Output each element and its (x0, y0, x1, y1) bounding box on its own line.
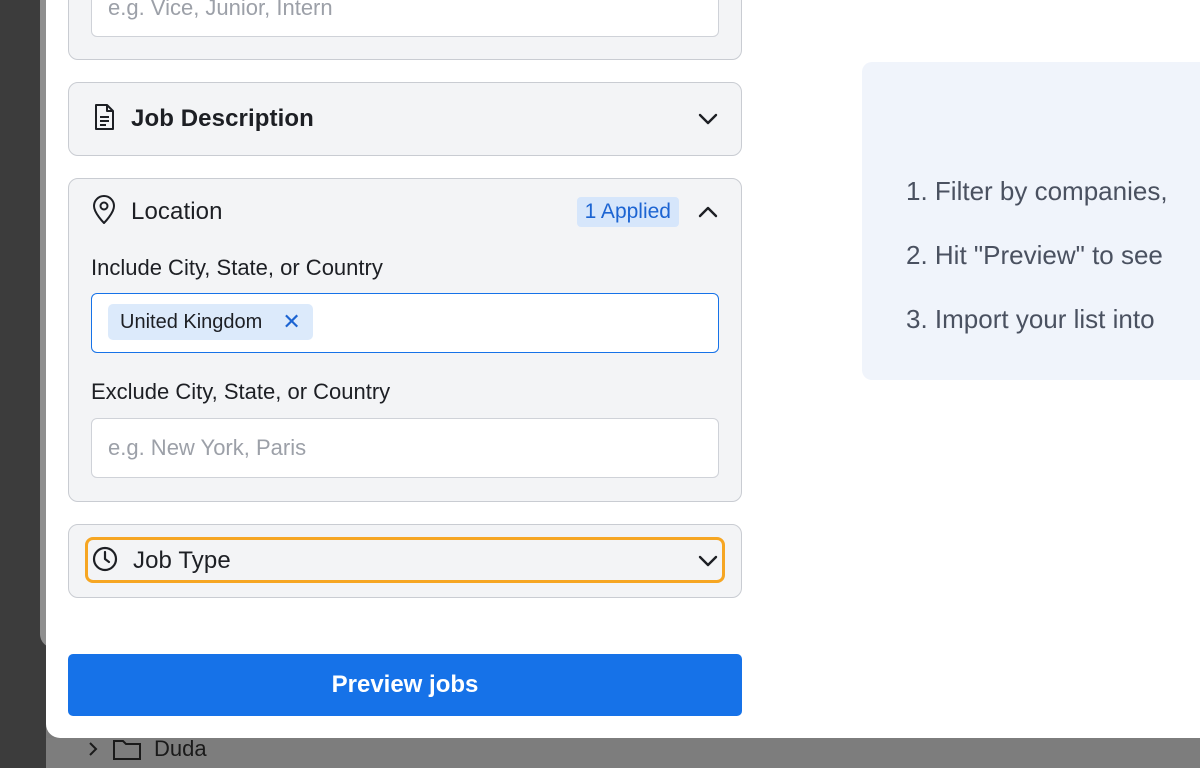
exclude-location-label: Exclude City, State, or Country (91, 379, 391, 404)
location-tag-label: United Kingdom (120, 310, 263, 333)
chevron-up-icon[interactable] (697, 205, 719, 219)
remove-tag-icon[interactable]: ✕ (282, 311, 300, 333)
location-tag: United Kingdom ✕ (108, 304, 313, 340)
include-location-label: Include City, State, or Country (91, 255, 383, 280)
location-title: Location (131, 198, 223, 225)
instruction-step-1: 1. Filter by companies, (906, 176, 1168, 206)
job-level-input[interactable]: e.g. Vice, Junior, Intern (91, 0, 719, 37)
underlying-list (46, 738, 1200, 768)
folder-label: Duda (154, 736, 207, 761)
chevron-right-icon (86, 740, 100, 758)
applied-badge: 1 Applied (576, 197, 679, 227)
instruction-step-3: 3. Import your list into (906, 304, 1155, 334)
chevron-down-icon[interactable] (697, 554, 719, 568)
location-header[interactable]: Location 1 Applied (69, 179, 741, 245)
job-type-header[interactable]: Job Type (69, 525, 741, 597)
chevron-down-icon[interactable] (697, 112, 719, 126)
document-icon (91, 103, 117, 136)
include-location-input[interactable]: United Kingdom ✕ (91, 293, 719, 353)
job-description-title: Job Description (131, 105, 314, 132)
instruction-step-2: 2. Hit "Preview" to see (906, 240, 1163, 270)
exclude-location-input[interactable]: e.g. New York, Paris (91, 418, 719, 478)
location-section: Location 1 Applied Include City, State, … (68, 178, 742, 502)
exclude-location-placeholder: e.g. New York, Paris (108, 435, 307, 460)
clock-icon (91, 545, 119, 578)
job-description-section: Job Description (68, 82, 742, 156)
job-type-section: Job Type (68, 524, 742, 598)
map-pin-icon (91, 194, 117, 230)
job-description-header[interactable]: Job Description (69, 83, 741, 155)
folder-icon (112, 737, 142, 761)
job-filter-modal: e.g. Vice, Junior, Intern Job Descriptio… (46, 0, 1200, 738)
job-level-card: e.g. Vice, Junior, Intern (68, 0, 742, 60)
background-folder-item: Duda (86, 736, 207, 762)
job-type-title: Job Type (133, 547, 231, 574)
job-level-placeholder: e.g. Vice, Junior, Intern (108, 0, 333, 20)
preview-jobs-button[interactable]: Preview jobs (68, 654, 742, 716)
instructions-panel: 1. Filter by companies, 2. Hit "Preview"… (862, 62, 1200, 380)
